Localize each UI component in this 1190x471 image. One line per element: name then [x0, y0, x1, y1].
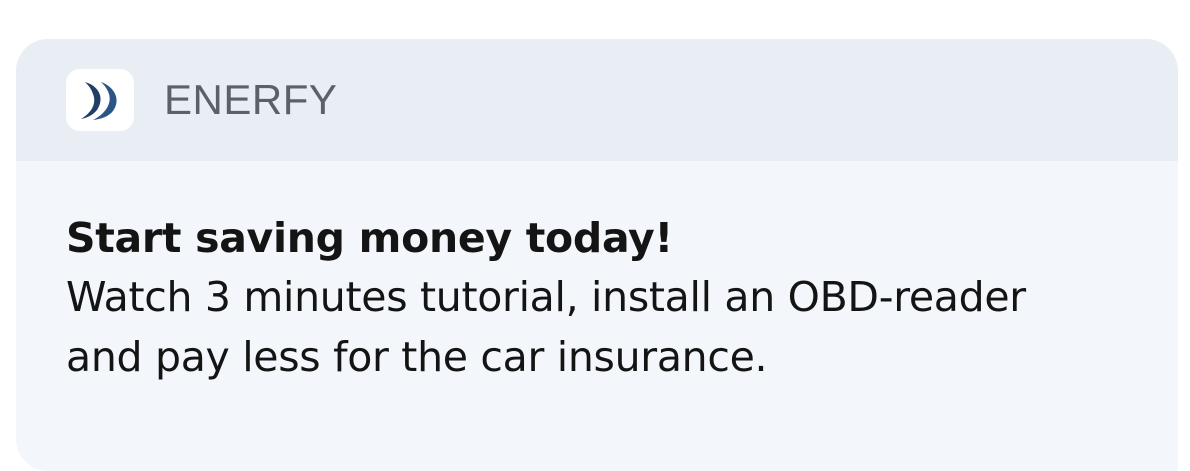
enerfy-logo-icon	[66, 69, 134, 131]
app-name: ENERFY	[164, 76, 338, 123]
notification-header: ENERFY	[16, 39, 1178, 161]
notification-title: Start saving money today!	[66, 214, 673, 262]
notification-message: Watch 3 minutes tutorial, install an OBD…	[66, 273, 1026, 381]
push-notification[interactable]: ENERFY Start saving money today! Watch 3…	[16, 39, 1178, 471]
notification-body: Start saving money today! Watch 3 minute…	[16, 161, 1178, 387]
